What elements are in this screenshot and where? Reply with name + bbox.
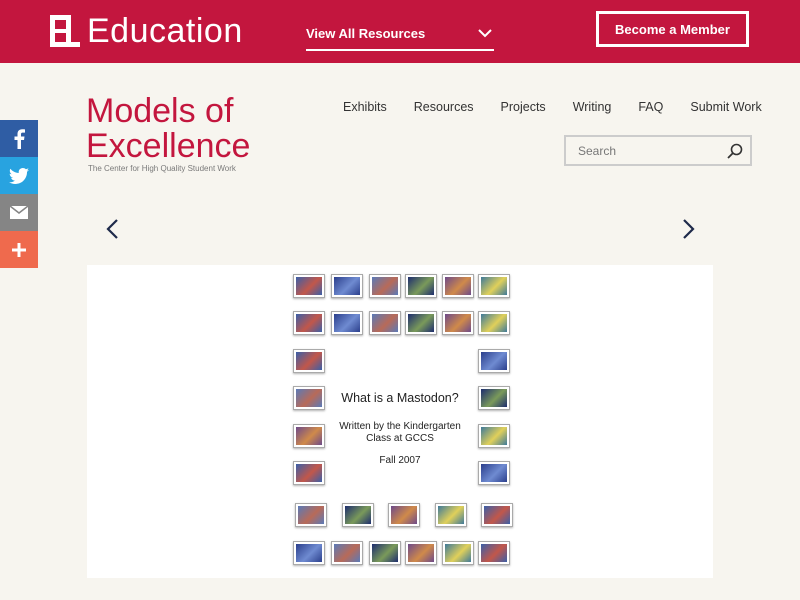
brand-line-1: Models of (86, 92, 234, 130)
artwork-thumbnail (435, 503, 467, 527)
brand-line-2: Excellence (86, 127, 251, 165)
chevron-down-icon (478, 29, 492, 38)
artwork-thumbnail (342, 503, 374, 527)
artwork-thumbnail (405, 311, 437, 335)
artwork-thumbnail (442, 274, 474, 298)
artwork-thumbnail (293, 311, 325, 335)
twitter-icon (9, 167, 29, 184)
slide-author-line-2: Class at GCCS (366, 433, 434, 444)
view-all-resources-dropdown[interactable]: View All Resources (306, 22, 494, 51)
artwork-thumbnail (478, 541, 510, 565)
facebook-icon (14, 128, 25, 149)
nav-projects[interactable]: Projects (501, 100, 546, 114)
slide-author-line-1: Written by the Kindergarten (339, 421, 461, 432)
slide-image: What is a Mastodon? Written by the Kinde… (87, 265, 713, 578)
el-education-logo[interactable]: Education (50, 14, 243, 48)
artwork-thumbnail (442, 311, 474, 335)
nav-resources[interactable]: Resources (414, 100, 474, 114)
next-slide-arrow-icon[interactable] (680, 218, 696, 240)
artwork-thumbnail (293, 274, 325, 298)
artwork-thumbnail (331, 311, 363, 335)
search-input[interactable] (578, 143, 718, 159)
main-nav: Exhibits Resources Projects Writing FAQ … (343, 100, 762, 114)
search-box (564, 135, 752, 166)
logo-text: Education (87, 12, 243, 50)
become-member-button[interactable]: Become a Member (596, 11, 749, 47)
artwork-thumbnail (331, 274, 363, 298)
search-icon[interactable] (727, 143, 743, 159)
facebook-share-button[interactable] (0, 120, 38, 157)
resources-dropdown-label: View All Resources (306, 26, 426, 41)
el-logo-icon (50, 15, 80, 47)
artwork-thumbnail (478, 311, 510, 335)
artwork-thumbnail (478, 274, 510, 298)
artwork-thumbnail (293, 349, 325, 373)
slide-title: What is a Mastodon? (341, 391, 459, 405)
twitter-share-button[interactable] (0, 157, 38, 194)
nav-exhibits[interactable]: Exhibits (343, 100, 387, 114)
artwork-thumbnail (369, 541, 401, 565)
artwork-thumbnail (331, 541, 363, 565)
brand-tagline: The Center for High Quality Student Work (88, 164, 236, 173)
artwork-thumbnail (442, 541, 474, 565)
nav-writing[interactable]: Writing (573, 100, 612, 114)
email-share-button[interactable] (0, 194, 38, 231)
artwork-thumbnail (388, 503, 420, 527)
artwork-thumbnail (405, 274, 437, 298)
more-share-button[interactable] (0, 231, 38, 268)
plus-icon (12, 242, 26, 257)
email-icon (10, 206, 28, 219)
nav-submit-work[interactable]: Submit Work (690, 100, 761, 114)
artwork-thumbnail (293, 541, 325, 565)
previous-slide-arrow-icon[interactable] (105, 218, 121, 240)
artwork-thumbnail (369, 274, 401, 298)
social-share-rail (0, 120, 38, 268)
artwork-thumbnail (295, 503, 327, 527)
nav-faq[interactable]: FAQ (638, 100, 663, 114)
artwork-thumbnail (478, 349, 510, 373)
artwork-thumbnail (405, 541, 437, 565)
top-header-bar: Education View All Resources Become a Me… (0, 0, 800, 63)
models-of-excellence-logo[interactable]: Models of Excellence (86, 94, 250, 164)
artwork-thumbnail (369, 311, 401, 335)
slide-date: Fall 2007 (379, 455, 421, 466)
artwork-thumbnail (481, 503, 513, 527)
